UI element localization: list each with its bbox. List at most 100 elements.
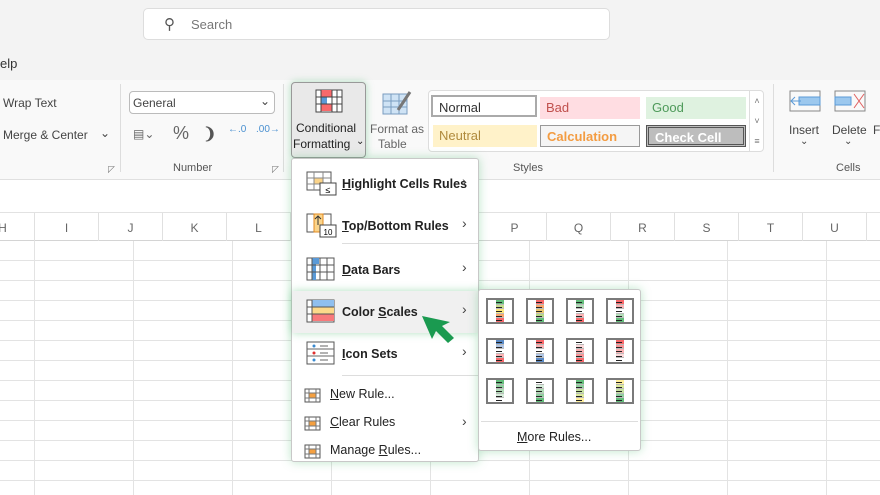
access-key: R: [378, 443, 388, 457]
menu-item-data-bars[interactable]: Data Bars ›: [292, 249, 478, 291]
label-part: lear Rules: [339, 415, 396, 429]
color-scale-swatch: [496, 318, 504, 322]
color-scale-swatch: [496, 358, 504, 362]
insert-button[interactable]: Insert: [789, 123, 819, 137]
label-part: ata Bars: [351, 263, 401, 277]
style-bad[interactable]: Bad: [540, 97, 640, 119]
dialog-launcher-icon[interactable]: ◸: [108, 164, 115, 175]
chevron-right-icon: ›: [462, 259, 467, 275]
access-key: H: [342, 177, 352, 191]
format-button[interactable]: F: [873, 123, 880, 137]
color-scale-option[interactable]: [566, 298, 594, 324]
menu-item-clear-rules[interactable]: Clear Rules ›: [292, 409, 478, 437]
column-header-P[interactable]: P: [483, 213, 547, 241]
color-scale-option[interactable]: [606, 298, 634, 324]
color-scale-option[interactable]: [526, 298, 554, 324]
chevron-down-icon: ⌄: [800, 136, 809, 147]
search-box[interactable]: ⚲ Search: [143, 8, 610, 40]
dialog-launcher-icon[interactable]: ◸: [272, 164, 279, 175]
color-scale-swatch: [536, 358, 544, 362]
conditional-formatting-button[interactable]: Conditional Formatting ⌄: [291, 82, 366, 158]
format-as-table-icon: [382, 91, 412, 115]
color-scale-option[interactable]: [486, 338, 514, 364]
menu-item-label: New Rule...: [330, 387, 395, 401]
conditional-formatting-menu: ≤ Highlight Cells Rules › 10 Top/Bottom Rule…: [291, 158, 479, 462]
color-scale-option[interactable]: [606, 338, 634, 364]
color-scale-swatch: [576, 398, 584, 402]
color-scale-option[interactable]: [566, 378, 594, 404]
menu-item-new-rule[interactable]: New Rule...: [292, 381, 478, 409]
label-part: cales: [386, 305, 418, 319]
decrease-decimal-icon[interactable]: .00→: [256, 124, 280, 135]
menu-item-label: Clear Rules: [330, 415, 395, 429]
menu-item-highlight-cells-rules[interactable]: ≤ Highlight Cells Rules ›: [292, 163, 478, 205]
cell-styles-gallery: Normal Bad Good Neutral Calculation Chec…: [428, 90, 764, 152]
chevron-down-icon: ⌄: [259, 94, 270, 108]
group-label-styles: Styles: [513, 162, 543, 174]
column-header-L[interactable]: L: [227, 213, 291, 241]
color-scale-option[interactable]: [526, 338, 554, 364]
search-placeholder: Search: [191, 17, 233, 32]
cf-label-1: Conditional: [296, 121, 357, 135]
cf-label-2: Formatting: [293, 137, 351, 151]
percent-button[interactable]: %: [173, 123, 189, 144]
column-header-J[interactable]: J: [99, 213, 163, 241]
style-good[interactable]: Good: [646, 97, 746, 119]
delete-button[interactable]: Delete: [832, 123, 867, 137]
delete-cells-icon: [834, 90, 866, 112]
style-calculation[interactable]: Calculation: [540, 125, 640, 147]
menu-item-top-bottom-rules[interactable]: 10 Top/Bottom Rules ›: [292, 205, 478, 247]
chevron-right-icon: ›: [462, 301, 467, 317]
access-key: C: [330, 415, 340, 429]
style-check-cell[interactable]: Check Cell: [646, 125, 746, 147]
pointer-arrow-icon: [422, 316, 454, 343]
group-label-cells: Cells: [836, 162, 861, 174]
comma-style-button[interactable]: ❩: [203, 124, 216, 144]
search-icon: ⚲: [164, 16, 175, 33]
gallery-scroll[interactable]: ˄ ˅ ≡: [749, 91, 764, 151]
access-key: M: [517, 430, 528, 444]
increase-decimal-icon[interactable]: ←.0: [228, 124, 246, 135]
column-header-T[interactable]: T: [739, 213, 803, 241]
column-header-Q[interactable]: Q: [547, 213, 611, 241]
wrap-text-button[interactable]: Wrap Text: [3, 96, 57, 110]
menu-item-label: Icon Sets: [342, 347, 398, 361]
column-header-R[interactable]: R: [611, 213, 675, 241]
format-as-table-button[interactable]: Format as Table: [368, 84, 426, 156]
fat-label-1: Format as: [370, 122, 425, 136]
more-rules-item[interactable]: More Rules...: [517, 430, 591, 444]
style-normal[interactable]: Normal: [431, 95, 537, 117]
merge-dropdown-icon[interactable]: ⌄: [100, 126, 110, 140]
menu-item-label: Color Scales: [342, 305, 418, 319]
accounting-format-icon[interactable]: ▤⌄: [133, 127, 154, 141]
new-rule-icon: [304, 388, 322, 407]
color-scale-swatch: [496, 398, 504, 402]
chevron-right-icon: ›: [462, 215, 467, 231]
column-header-K[interactable]: K: [163, 213, 227, 241]
manage-rules-icon: [304, 444, 322, 463]
chevron-right-icon: ›: [462, 413, 467, 429]
color-scale-option[interactable]: [486, 378, 514, 404]
column-header-S[interactable]: S: [675, 213, 739, 241]
color-scales-icon: [306, 299, 338, 328]
conditional-formatting-icon: [315, 89, 343, 113]
menu-item-manage-rules[interactable]: Manage Rules...: [292, 437, 478, 465]
tab-help[interactable]: elp: [0, 56, 17, 71]
column-header-H[interactable]: H: [0, 213, 35, 241]
column-header-U[interactable]: U: [803, 213, 867, 241]
color-scale-option[interactable]: [606, 378, 634, 404]
color-scale-swatch: [536, 398, 544, 402]
merge-center-button[interactable]: Merge & Center: [3, 128, 88, 142]
label-part: Manage: [330, 443, 379, 457]
color-scale-option[interactable]: [526, 378, 554, 404]
menu-item-label: Data Bars: [342, 263, 400, 277]
column-header-I[interactable]: I: [35, 213, 99, 241]
color-scale-option[interactable]: [566, 338, 594, 364]
color-scale-swatch: [616, 358, 624, 362]
color-scale-option[interactable]: [486, 298, 514, 324]
style-neutral[interactable]: Neutral: [433, 125, 537, 147]
menu-item-label: Highlight Cells Rules: [342, 177, 467, 191]
number-format-select[interactable]: General ⌄: [129, 91, 275, 114]
color-scale-swatch: [576, 318, 584, 322]
menu-item-label: Top/Bottom Rules: [342, 219, 449, 233]
